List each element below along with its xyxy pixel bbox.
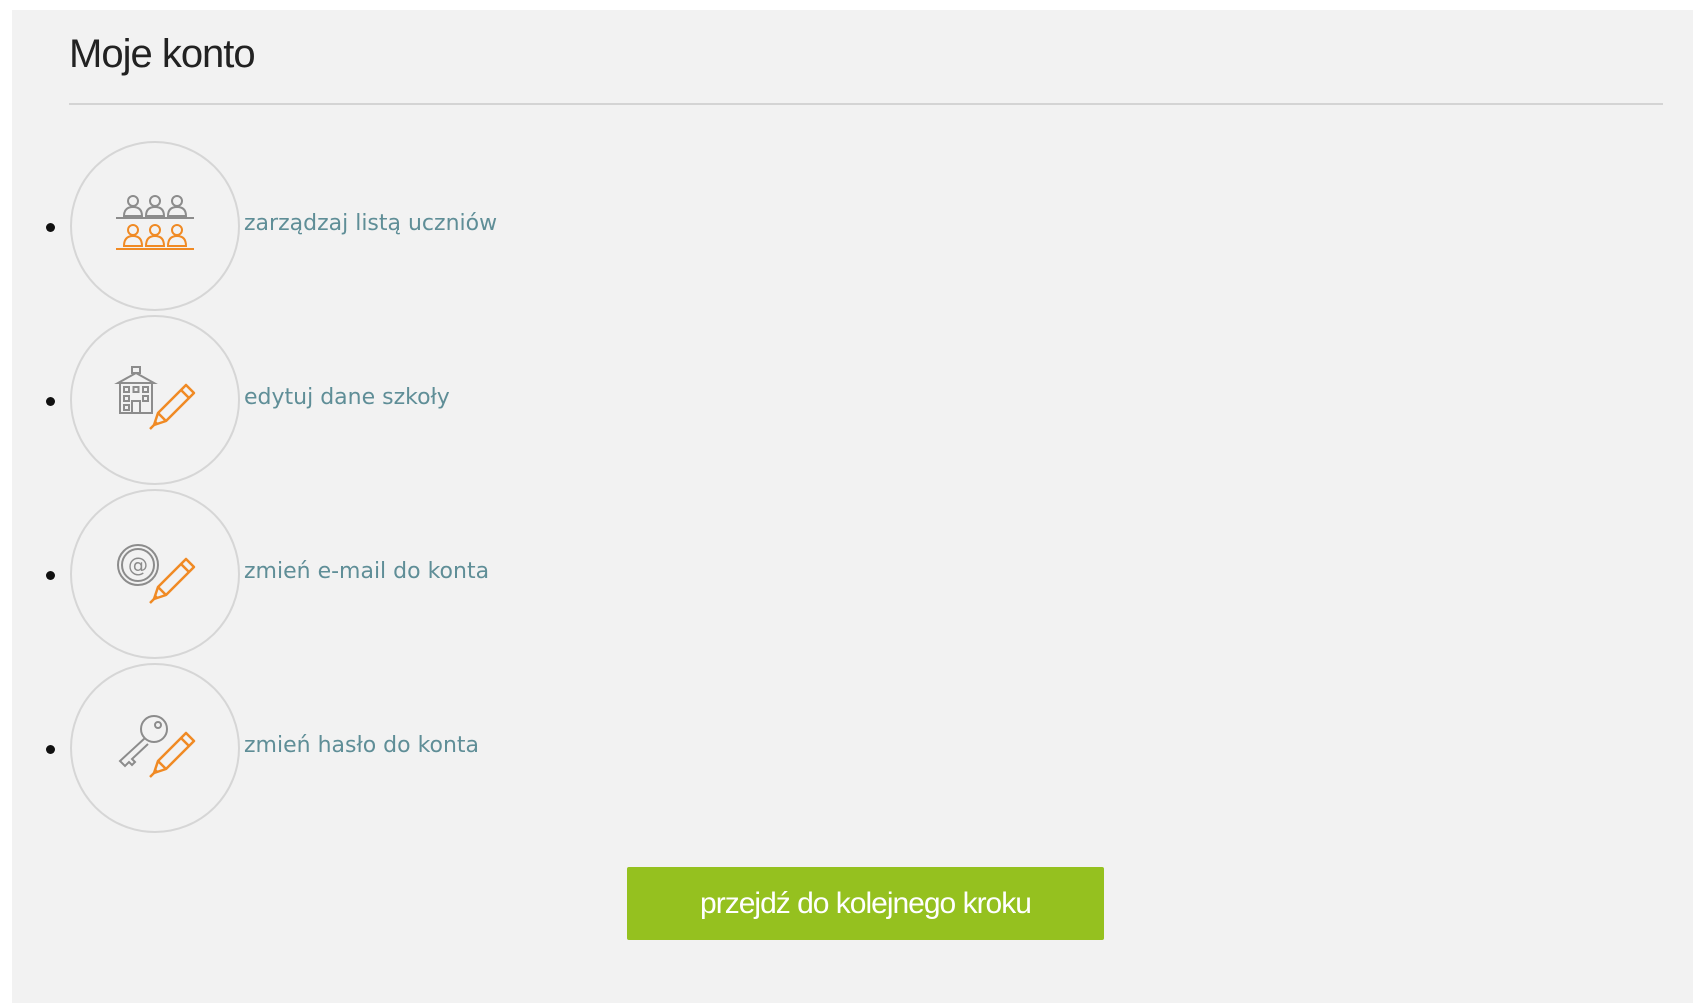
email-edit-icon: @ [117, 544, 196, 604]
account-panel: Moje konto zarządzaj listą uczniów edytu… [12, 10, 1693, 1003]
change-password-link[interactable]: zmień hasło do konta [244, 733, 479, 758]
email-edit-icon-circle[interactable]: @ [70, 489, 240, 659]
list-bullet [46, 223, 55, 232]
next-step-button[interactable]: przejdź do kolejnego kroku [627, 867, 1104, 940]
password-edit-icon [118, 715, 196, 778]
manage-students-link[interactable]: zarządzaj listą uczniów [244, 211, 497, 236]
school-edit-icon [114, 366, 196, 430]
list-bullet [46, 745, 55, 754]
page-title: Moje konto [69, 32, 256, 76]
svg-text:@: @ [128, 553, 148, 577]
password-edit-icon-circle[interactable] [70, 663, 240, 833]
change-email-link[interactable]: zmień e-mail do konta [244, 559, 489, 584]
edit-school-link[interactable]: edytuj dane szkoły [244, 385, 450, 410]
school-edit-icon-circle[interactable] [70, 315, 240, 485]
students-icon [116, 195, 194, 250]
list-bullet [46, 571, 55, 580]
title-divider [69, 103, 1663, 105]
list-bullet [46, 397, 55, 406]
students-icon-circle[interactable] [70, 141, 240, 311]
